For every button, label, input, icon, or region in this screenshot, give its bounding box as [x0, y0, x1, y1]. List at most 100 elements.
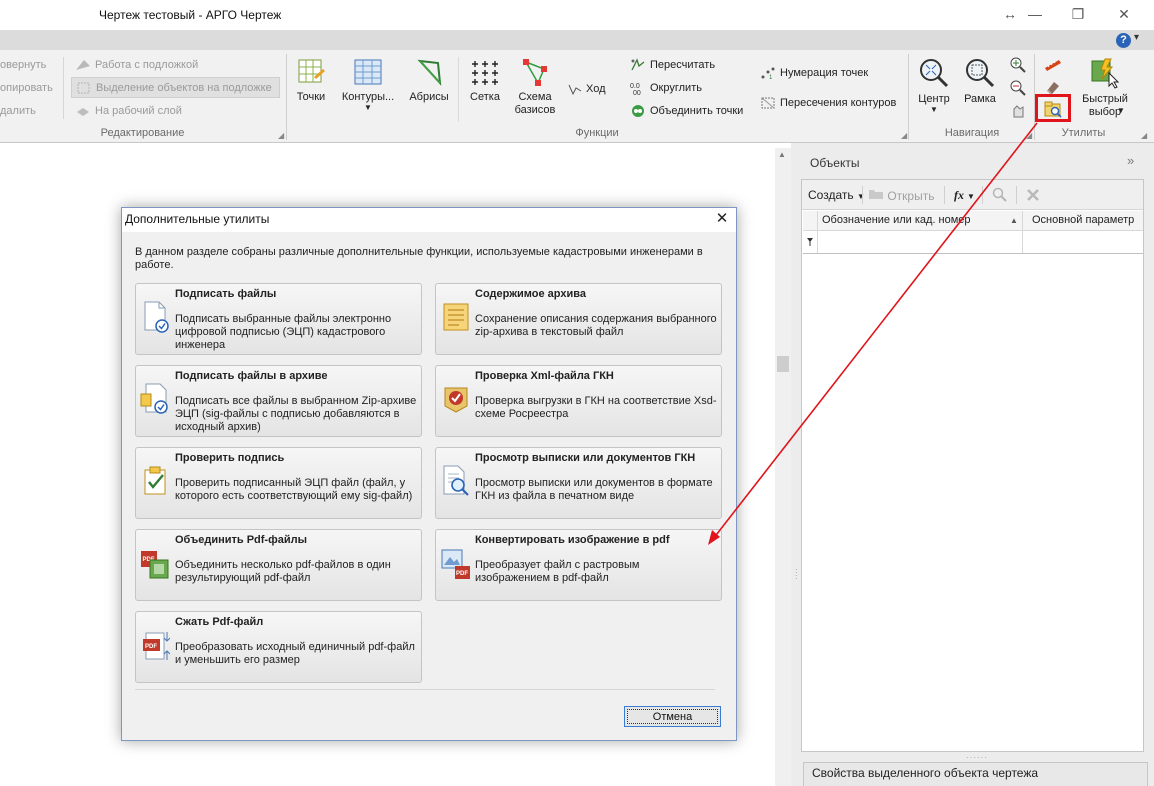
column-header-main-parameter[interactable]: Основной параметр — [1032, 214, 1134, 226]
scroll-up-icon[interactable]: ▲ — [778, 150, 786, 159]
merge-points-button[interactable]: Объединить точки — [630, 104, 743, 118]
delete-icon[interactable] — [1026, 188, 1040, 205]
chevron-down-icon[interactable]: ▾ — [1134, 32, 1139, 43]
annotation-highlight-box — [1035, 94, 1071, 122]
points-label: Точки — [296, 91, 326, 103]
card-description: Объединить несколько pdf-файлов в один р… — [175, 559, 391, 584]
scrollbar-thumb[interactable] — [777, 356, 789, 372]
svg-text:00: 00 — [633, 90, 641, 95]
contour-intersections-label: Пересечения контуров — [780, 97, 897, 109]
to-work-layer-button[interactable]: На рабочий слой — [75, 104, 182, 118]
open-button[interactable]: Открыть — [868, 188, 934, 203]
abrises-label: Абрисы — [409, 91, 449, 103]
merge-pdf-icon: PDF — [140, 548, 170, 582]
collapse-panel-icon[interactable]: » — [1127, 153, 1134, 168]
zoom-out-icon[interactable] — [1010, 80, 1026, 99]
view-document-icon — [441, 464, 471, 498]
separator — [63, 57, 64, 119]
to-work-layer-label: На рабочий слой — [95, 105, 182, 117]
round-button[interactable]: 0.0 00 Округлить — [630, 81, 702, 95]
card-description: Просмотр выписки или документов в формат… — [475, 477, 713, 502]
folder-icon — [869, 190, 883, 199]
panel-splitter[interactable] — [791, 143, 801, 786]
recalculate-button[interactable]: Пересчитать — [630, 58, 715, 72]
card-description: Подписать все файлы в выбранном Zip-архи… — [175, 395, 417, 433]
contours-button[interactable]: Контуры... ▼ — [337, 57, 399, 112]
filter-row[interactable] — [803, 232, 1143, 254]
separator — [862, 186, 863, 204]
maximize-button[interactable]: ❐ — [1066, 4, 1090, 24]
underlay-mode-button[interactable]: Работа с подложкой — [75, 58, 198, 72]
points-icon — [298, 59, 325, 83]
sort-asc-icon: ▲ — [1010, 216, 1018, 225]
frame-zoom-button[interactable]: Рамка — [960, 57, 1000, 106]
select-on-underlay-button[interactable]: Выделение объектов на подложке — [71, 77, 280, 98]
layer-icon — [77, 108, 89, 116]
group-launcher-icon[interactable]: ◢ — [1026, 131, 1032, 140]
find-icon[interactable] — [992, 187, 1008, 206]
chevron-down-icon[interactable]: ▼ — [1117, 106, 1125, 115]
point-numbering-button[interactable]: 1 Нумерация точек — [760, 66, 868, 80]
create-button[interactable]: Создать ▼ — [808, 188, 865, 202]
group-title-utilities: Утилиты — [1061, 127, 1106, 139]
help-icon[interactable]: ? — [1116, 33, 1131, 48]
point-numbering-label: Нумерация точек — [780, 67, 869, 79]
fx-icon: fx — [954, 188, 964, 202]
underlay-mode-label: Работа с подложкой — [95, 59, 199, 71]
select-on-underlay-label: Выделение объектов на подложке — [96, 81, 272, 94]
card-title: Проверка Xml-файла ГКН — [475, 370, 614, 382]
minimize-button[interactable]: — — [1023, 4, 1047, 24]
basis-scheme-button[interactable]: Схема базисов — [511, 57, 559, 117]
group-launcher-icon[interactable]: ◢ — [278, 131, 284, 140]
create-label: Создать — [808, 188, 854, 202]
card-title: Объединить Pdf-файлы — [175, 534, 307, 546]
card-description: Преобразовать исходный единичный pdf-фай… — [175, 641, 415, 666]
grid-label: Сетка — [470, 91, 500, 103]
frame-zoom-label: Рамка — [964, 93, 996, 105]
vertical-scrollbar[interactable] — [775, 148, 791, 786]
frame-zoom-icon — [966, 59, 995, 88]
quick-select-icon — [1091, 58, 1120, 89]
copy-button[interactable]: опировать — [0, 82, 53, 94]
pan-icon[interactable] — [1010, 103, 1026, 122]
close-icon[interactable]: ✕ — [711, 208, 733, 230]
rotate-button[interactable]: овернуть — [0, 59, 46, 71]
delete-button[interactable]: далить — [0, 105, 36, 117]
basis-scheme-icon — [523, 59, 547, 86]
points-button[interactable]: Точки — [291, 57, 331, 104]
objects-list[interactable] — [801, 179, 1144, 752]
formula-button[interactable]: fx ▼ — [954, 188, 975, 203]
copy-label: опировать — [0, 82, 53, 94]
resize-icon[interactable]: ↔ — [998, 4, 1022, 24]
column-header-designation[interactable]: Обозначение или кад. номер — [822, 214, 971, 226]
quick-select-button[interactable]: Быстрый выбор — [1076, 57, 1134, 119]
group-launcher-icon[interactable]: ◢ — [901, 131, 907, 140]
ruler-icon[interactable] — [1044, 57, 1062, 74]
traverse-button[interactable]: Ход — [568, 82, 606, 96]
separator — [458, 57, 459, 122]
select-objects-icon — [77, 82, 90, 93]
splitter-grip-icon: · · · · — [795, 565, 798, 583]
grid-button[interactable]: Сетка — [465, 57, 505, 104]
group-launcher-icon[interactable]: ◢ — [1141, 131, 1147, 140]
close-window-button[interactable]: ✕ — [1112, 4, 1136, 24]
center-button[interactable]: Центр ▼ — [914, 57, 954, 114]
cancel-button[interactable]: Отмена — [624, 706, 721, 727]
abrises-button[interactable]: Абрисы — [407, 57, 451, 104]
zoom-in-icon[interactable] — [1010, 57, 1026, 76]
dialog-description: В данном разделе собраны различные допол… — [135, 246, 703, 271]
card-title: Проверить подпись — [175, 452, 285, 464]
chevron-down-icon: ▼ — [930, 105, 938, 114]
contour-intersections-button[interactable]: Пересечения контуров — [760, 96, 896, 110]
svg-text:0.0: 0.0 — [630, 83, 640, 90]
card-description: Сохранение описания содержания выбранног… — [475, 313, 717, 338]
card-title: Подписать файлы в архиве — [175, 370, 328, 382]
verify-signature-icon — [141, 464, 171, 498]
basis-scheme-label: Схема базисов — [514, 91, 556, 116]
grid-icon — [472, 61, 498, 85]
splitter-grip-icon: ······ — [966, 753, 988, 762]
point-numbering-icon: 1 — [761, 67, 775, 80]
svg-text:1: 1 — [769, 75, 773, 80]
card-title: Содержимое архива — [475, 288, 586, 300]
card-description: Подписать выбранные файлы электронно циф… — [175, 313, 392, 351]
